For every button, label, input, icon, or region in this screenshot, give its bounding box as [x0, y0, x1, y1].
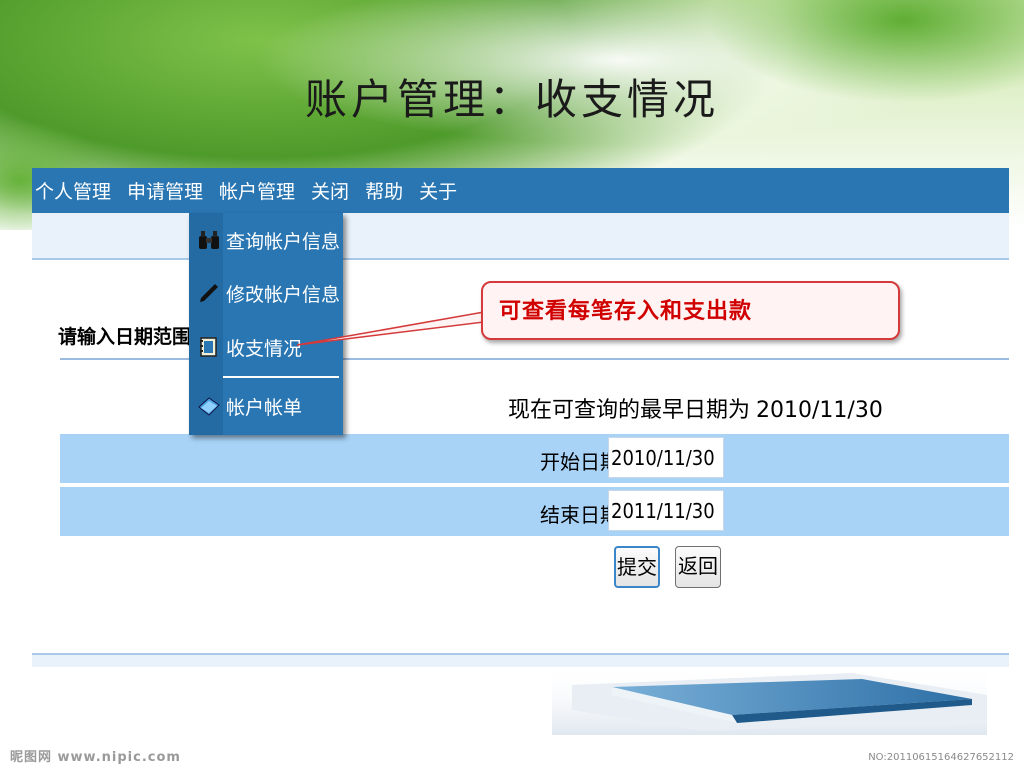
slide-title: 账户管理：收支情况: [304, 75, 719, 124]
menu-personal[interactable]: 个人管理: [35, 177, 111, 204]
back-button[interactable]: 返回: [675, 546, 721, 588]
menu-help[interactable]: 帮助: [365, 177, 403, 204]
books-image: [552, 665, 987, 735]
dropdown-separator: [223, 376, 339, 378]
watermark-left: 昵图网 www.nipic.com: [10, 750, 181, 765]
binoculars-icon: [194, 226, 224, 254]
dropdown-item-account-bill[interactable]: 帐户帐单: [189, 386, 343, 426]
callout-text: 可查看每笔存入和支出款: [499, 298, 753, 324]
earliest-date-value: 2010/11/30: [756, 398, 883, 423]
earliest-date-label: 现在可查询的最早日期为: [508, 398, 751, 423]
start-date-input[interactable]: 2010/11/30: [608, 437, 724, 478]
book-icon: [194, 392, 224, 420]
dropdown-item-modify-account[interactable]: 修改帐户信息: [189, 273, 343, 313]
earliest-date-text: 现在可查询的最早日期为 2010/11/30: [508, 392, 883, 424]
callout-box: 可查看每笔存入和支出款: [481, 281, 900, 340]
dropdown-item-income-expense[interactable]: 收支情况: [189, 327, 343, 367]
pen-icon: [194, 279, 224, 307]
menu-close[interactable]: 关闭: [311, 177, 349, 204]
dropdown-item-label: 查询帐户信息: [226, 230, 341, 253]
dropdown-item-label: 收支情况: [226, 337, 303, 360]
menu-bar: 个人管理 申请管理 帐户管理 关闭 帮助 关于: [32, 168, 1009, 213]
dropdown-item-query-account[interactable]: 查询帐户信息: [189, 220, 343, 260]
sub-toolbar: [32, 213, 1009, 260]
dropdown-item-label: 帐户帐单: [226, 396, 303, 419]
menu-account[interactable]: 帐户管理: [219, 177, 295, 204]
dropdown-item-label: 修改帐户信息: [226, 283, 341, 306]
end-date-input[interactable]: 2011/11/30: [608, 490, 724, 531]
end-date-row: 结束日期 2011/11/30: [60, 487, 1009, 536]
submit-button[interactable]: 提交: [614, 546, 660, 588]
account-dropdown-menu: 查询帐户信息 修改帐户信息 收支情况 帐户帐单: [189, 213, 343, 435]
date-range-label: 请输入日期范围: [58, 326, 192, 348]
ledger-icon: [194, 333, 224, 361]
menu-application[interactable]: 申请管理: [127, 177, 203, 204]
start-date-row: 开始日期 2010/11/30: [60, 434, 1009, 483]
watermark-right: NO:20110615164627652112: [868, 752, 1014, 763]
menu-about[interactable]: 关于: [419, 177, 457, 204]
